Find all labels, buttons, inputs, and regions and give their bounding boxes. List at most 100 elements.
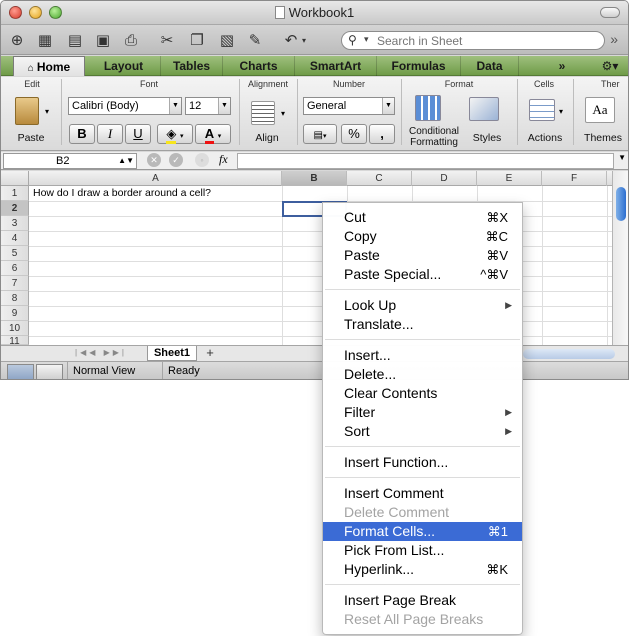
row-header[interactable]: 7 bbox=[1, 276, 29, 291]
row-header[interactable]: 2 bbox=[1, 201, 29, 216]
conditional-formatting-button[interactable]: Conditional Formatting bbox=[403, 126, 465, 148]
tab-home[interactable]: ⌂ Home bbox=[13, 56, 85, 76]
undo-dropdown-icon[interactable]: ▾ bbox=[299, 30, 309, 50]
themes-button[interactable]: Themes bbox=[581, 132, 625, 144]
print-icon[interactable]: ⎙ bbox=[121, 30, 141, 50]
vertical-scrollbar[interactable] bbox=[612, 171, 628, 345]
column-header-d[interactable]: D bbox=[412, 171, 477, 186]
styles-button[interactable]: Styles bbox=[469, 132, 505, 144]
italic-button[interactable]: I bbox=[97, 124, 123, 144]
paste-dropdown-icon[interactable]: ▾ bbox=[45, 107, 49, 116]
menu-item-insert[interactable]: Insert... bbox=[323, 346, 522, 365]
bold-button[interactable]: B bbox=[69, 124, 95, 144]
menu-item-cut[interactable]: Cut ⌘X bbox=[323, 208, 522, 227]
menu-item-insert-function[interactable]: Insert Function... bbox=[323, 453, 522, 472]
styles-icon[interactable] bbox=[469, 97, 499, 121]
menu-item-insert-page-break[interactable]: Insert Page Break bbox=[323, 591, 522, 610]
row-header[interactable]: 11 bbox=[1, 336, 29, 345]
font-name-select[interactable]: Calibri (Body) ▼ bbox=[68, 97, 182, 115]
page-layout-view-button[interactable] bbox=[36, 364, 63, 379]
search-field[interactable]: ⚲ ▾ bbox=[341, 31, 605, 50]
enter-icon[interactable]: ✓ bbox=[169, 153, 183, 167]
paste-icon[interactable]: ▧ bbox=[217, 30, 237, 50]
formula-input[interactable] bbox=[237, 153, 614, 169]
actions-icon[interactable] bbox=[529, 99, 555, 121]
worksheet-grid[interactable]: A B C D E F 1 2 3 4 5 6 7 8 9 10 11 How … bbox=[1, 171, 628, 346]
paste-icon[interactable] bbox=[15, 97, 39, 125]
add-sheet-button[interactable]: + bbox=[201, 346, 219, 361]
currency-format-button[interactable]: ▤▾ bbox=[303, 124, 337, 144]
fill-color-button[interactable]: ◈ ▾ bbox=[157, 124, 193, 144]
menu-item-look-up[interactable]: Look Up ▶ bbox=[323, 296, 522, 315]
row-header[interactable]: 8 bbox=[1, 291, 29, 306]
menu-item-copy[interactable]: Copy ⌘C bbox=[323, 227, 522, 246]
row-header[interactable]: 9 bbox=[1, 306, 29, 321]
chevron-down-icon[interactable]: ▾ bbox=[364, 34, 369, 45]
row-header[interactable]: 5 bbox=[1, 246, 29, 261]
paste-button-label[interactable]: Paste bbox=[13, 132, 49, 144]
save-icon[interactable]: ▣ bbox=[93, 30, 113, 50]
column-header-f[interactable]: F bbox=[542, 171, 607, 186]
function-wizard-toggle-icon[interactable]: ◦ bbox=[195, 153, 209, 167]
align-button-label[interactable]: Align bbox=[247, 132, 287, 144]
menu-item-delete[interactable]: Delete... bbox=[323, 365, 522, 384]
tab-tables[interactable]: Tables bbox=[161, 56, 223, 76]
vertical-scroll-thumb[interactable] bbox=[616, 187, 626, 221]
align-dropdown-icon[interactable]: ▾ bbox=[281, 109, 285, 118]
chevron-down-icon[interactable]: ▼ bbox=[618, 153, 626, 162]
open-icon[interactable]: ▤ bbox=[65, 30, 85, 50]
underline-button[interactable]: U bbox=[125, 124, 151, 144]
percent-button[interactable]: % bbox=[341, 124, 367, 144]
cell-a1[interactable]: How do I draw a border around a cell? bbox=[33, 187, 211, 199]
menu-item-filter[interactable]: Filter ▶ bbox=[323, 403, 522, 422]
column-header-e[interactable]: E bbox=[477, 171, 542, 186]
undo-icon[interactable]: ↶ bbox=[281, 30, 301, 50]
normal-view-button[interactable] bbox=[7, 364, 34, 379]
comma-style-button[interactable]: , bbox=[369, 124, 395, 144]
ribbon-overflow-icon[interactable]: » bbox=[551, 56, 573, 76]
copy-icon[interactable]: ❐ bbox=[187, 30, 207, 50]
menu-item-paste[interactable]: Paste ⌘V bbox=[323, 246, 522, 265]
menu-item-paste-special[interactable]: Paste Special... ^⌘V bbox=[323, 265, 522, 284]
toolbar-toggle-button[interactable] bbox=[600, 7, 620, 18]
select-all-corner[interactable] bbox=[1, 171, 29, 186]
row-header[interactable]: 3 bbox=[1, 216, 29, 231]
font-size-select[interactable]: 12 ▼ bbox=[185, 97, 231, 115]
tab-layout[interactable]: Layout bbox=[87, 56, 161, 76]
menu-item-translate[interactable]: Translate... bbox=[323, 315, 522, 334]
sheet-tab-sheet1[interactable]: Sheet1 bbox=[147, 346, 197, 361]
align-icon[interactable] bbox=[251, 101, 275, 125]
toolbar-overflow-icon[interactable]: » bbox=[610, 31, 618, 47]
menu-item-pick-from-list[interactable]: Pick From List... bbox=[323, 541, 522, 560]
tab-charts[interactable]: Charts bbox=[223, 56, 295, 76]
format-painter-icon[interactable]: ✎ bbox=[245, 30, 265, 50]
actions-button[interactable]: Actions bbox=[523, 132, 567, 144]
new-workbook-icon[interactable]: ⊕ bbox=[7, 30, 27, 50]
conditional-formatting-icon[interactable] bbox=[415, 95, 441, 121]
themes-icon[interactable]: Aa bbox=[585, 97, 615, 123]
menu-item-sort[interactable]: Sort ▶ bbox=[323, 422, 522, 441]
font-color-button[interactable]: A ▾ bbox=[195, 124, 231, 144]
sheet-navigation-icons[interactable]: |◀◀ ▶▶| bbox=[75, 348, 127, 357]
menu-item-clear-contents[interactable]: Clear Contents bbox=[323, 384, 522, 403]
row-header[interactable]: 1 bbox=[1, 186, 29, 201]
actions-dropdown-icon[interactable]: ▾ bbox=[559, 107, 563, 116]
tab-formulas[interactable]: Formulas bbox=[377, 56, 461, 76]
name-box[interactable]: B2 ▲▼ bbox=[3, 153, 137, 169]
search-input[interactable] bbox=[375, 33, 575, 48]
menu-item-insert-comment[interactable]: Insert Comment bbox=[323, 484, 522, 503]
templates-icon[interactable]: ▦ bbox=[35, 30, 55, 50]
row-header[interactable]: 10 bbox=[1, 321, 29, 336]
column-header-a[interactable]: A bbox=[30, 171, 282, 186]
tab-smartart[interactable]: SmartArt bbox=[295, 56, 377, 76]
ribbon-settings-icon[interactable]: ⚙▾ bbox=[595, 56, 625, 76]
menu-item-format-cells[interactable]: Format Cells... ⌘1 bbox=[323, 522, 522, 541]
horizontal-scrollbar[interactable] bbox=[523, 349, 615, 359]
row-header[interactable]: 6 bbox=[1, 261, 29, 276]
cancel-icon[interactable]: ✕ bbox=[147, 153, 161, 167]
menu-item-hyperlink[interactable]: Hyperlink... ⌘K bbox=[323, 560, 522, 579]
stepper-icon[interactable]: ▲▼ bbox=[118, 154, 134, 168]
column-header-b[interactable]: B bbox=[282, 171, 347, 186]
fx-icon[interactable]: fx bbox=[219, 152, 228, 167]
number-format-select[interactable]: General ▼ bbox=[303, 97, 395, 115]
